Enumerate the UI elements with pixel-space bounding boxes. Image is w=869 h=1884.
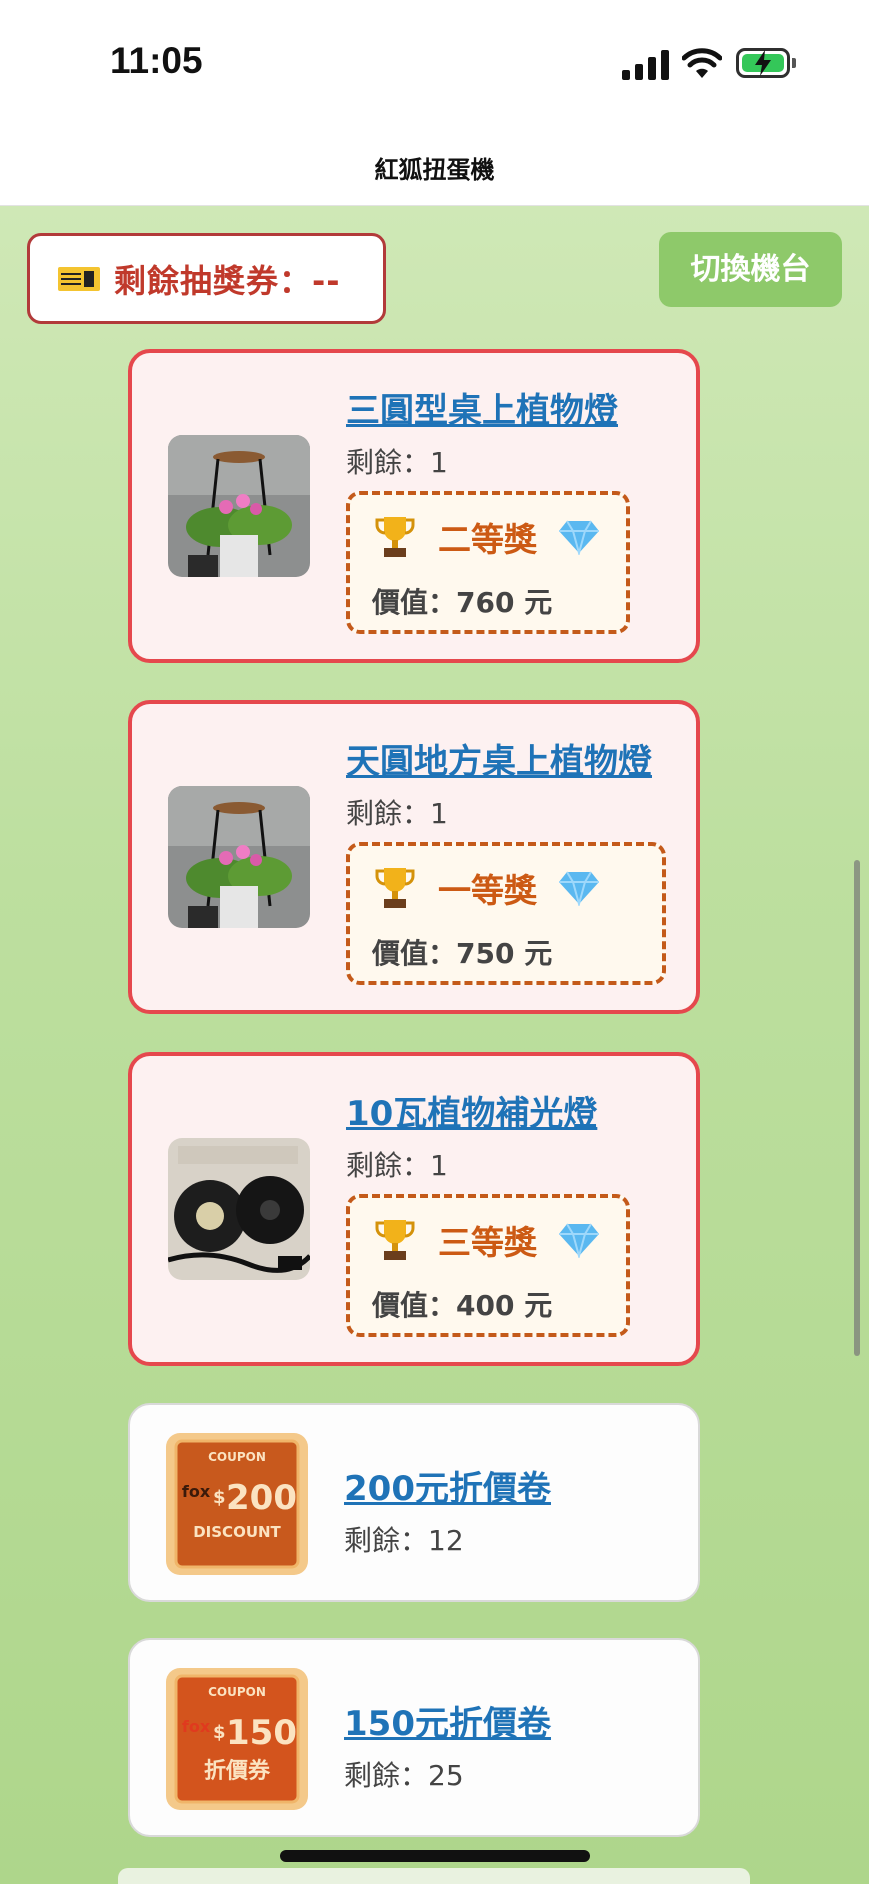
svg-text:fox: fox [182,1717,211,1736]
award-box: 三等獎 價值：400 元 [346,1194,630,1337]
coupon-card[interactable]: COUPON fox $ 150 折價券 150元折價卷 剩餘：25 [128,1638,700,1837]
prize-name-link[interactable]: 三圓型桌上植物燈 [346,383,618,432]
coupon-name-link[interactable]: 150元折價卷 [344,1696,551,1745]
prize-list-area[interactable]: 剩餘抽獎券：-- 切換機台 三圓型桌上植物燈 剩餘：1 二等獎 價值：760 元… [0,206,869,1884]
battery-charging-icon [736,48,796,78]
prize-remaining: 剩餘：1 [346,797,448,830]
ticket-icon [58,266,100,291]
prize-value: 價值：750 元 [372,937,553,970]
svg-text:COUPON: COUPON [208,1450,266,1464]
coupon-remaining: 剩餘：12 [344,1524,464,1557]
prize-remaining: 剩餘：1 [346,1149,448,1182]
coupon-remaining: 剩餘：25 [344,1759,464,1792]
prize-rank: 二等獎 [438,520,537,559]
product-image-grow-light-bulb[interactable] [168,1138,310,1280]
svg-text:DISCOUNT: DISCOUNT [193,1523,281,1541]
prize-value: 價值：400 元 [372,1289,553,1322]
ticket-counter: 剩餘抽獎券：-- [27,233,386,324]
home-indicator[interactable] [280,1850,590,1862]
svg-text:$: $ [213,1487,226,1508]
award-box: 一等獎 價值：750 元 [346,842,666,985]
prize-card[interactable]: 三圓型桌上植物燈 剩餘：1 二等獎 價值：760 元 [128,349,700,663]
prize-rank: 三等獎 [438,1223,537,1262]
svg-text:COUPON: COUPON [208,1685,266,1699]
trophy-icon [375,868,415,908]
scrollbar[interactable] [854,860,860,1356]
gem-icon [559,1223,599,1258]
svg-text:折價券: 折價券 [204,1758,271,1784]
coupon-card[interactable]: COUPON fox $ 200 DISCOUNT 200元折價卷 剩餘：12 [128,1403,700,1602]
ticket-remaining-label: 剩餘抽獎券：-- [114,261,341,300]
prize-card[interactable]: 10瓦植物補光燈 剩餘：1 三等獎 價值：400 元 [128,1052,700,1366]
status-bar: 11:05 紅狐扭蛋機 [0,0,869,184]
trophy-icon [375,1220,415,1260]
next-card-edge [118,1868,750,1884]
prize-name-link[interactable]: 10瓦植物補光燈 [346,1086,597,1135]
product-image-plant-lamp[interactable] [168,786,310,928]
prize-card[interactable]: 天圓地方桌上植物燈 剩餘：1 一等獎 價值：750 元 [128,700,700,1014]
prize-rank: 一等獎 [438,871,537,910]
svg-text:200: 200 [226,1478,297,1518]
coupon-image-150[interactable]: COUPON fox $ 150 折價券 [166,1668,308,1810]
svg-text:$: $ [213,1722,226,1743]
prize-name-link[interactable]: 天圓地方桌上植物燈 [346,734,652,783]
svg-text:150: 150 [226,1713,297,1753]
gem-icon [559,871,599,906]
wifi-icon [682,48,722,78]
page-title: 紅狐扭蛋機 [374,156,495,184]
trophy-icon [375,517,415,557]
status-time: 11:05 [110,40,203,81]
prize-remaining: 剩餘：1 [346,446,448,479]
cellular-signal-icon [622,50,670,80]
award-box: 二等獎 價值：760 元 [346,491,630,634]
coupon-name-link[interactable]: 200元折價卷 [344,1461,551,1510]
gem-icon [559,520,599,555]
product-image-plant-lamp[interactable] [168,435,310,577]
svg-text:fox: fox [182,1482,211,1501]
coupon-image-200[interactable]: COUPON fox $ 200 DISCOUNT [166,1433,308,1575]
switch-machine-button[interactable]: 切換機台 [659,232,842,307]
prize-value: 價值：760 元 [372,586,553,619]
